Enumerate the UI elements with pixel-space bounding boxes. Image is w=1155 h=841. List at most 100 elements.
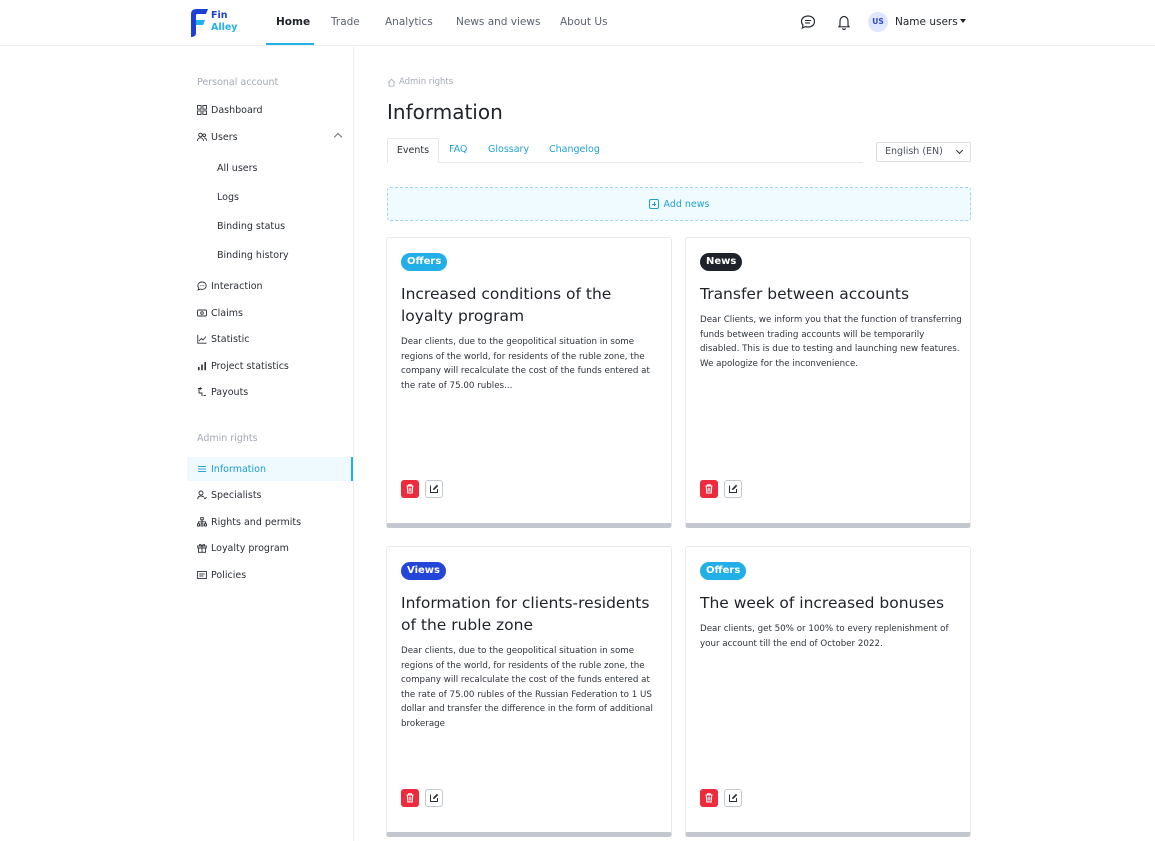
top-navbar: Fin Alley Home Trade Analytics News and … — [0, 0, 1155, 46]
user-menu-caret-icon[interactable] — [960, 19, 966, 23]
language-select-value: English (EN) — [885, 146, 943, 157]
sidebar-item-label: Statistic — [211, 333, 250, 345]
specialist-icon — [197, 490, 207, 500]
sidebar-item-label: Specialists — [211, 489, 262, 501]
card-title: Increased conditions of the loyalty prog… — [401, 285, 612, 325]
grid-icon — [197, 105, 207, 115]
sidebar-item-rights-and-permits[interactable]: Rights and permits — [187, 511, 353, 533]
sidebar-item-label: Loyalty program — [211, 542, 289, 554]
brand-logo[interactable]: Fin Alley — [187, 7, 247, 39]
sidebar-item-binding-history[interactable]: Binding history — [187, 244, 353, 266]
card-badge: Offers — [700, 562, 747, 580]
sidebar-item-users[interactable]: Users — [187, 126, 353, 148]
card-badge: Offers — [401, 253, 448, 271]
sidebar-item-label: Dashboard — [211, 104, 263, 116]
user-name[interactable]: Name users — [895, 16, 958, 28]
logo-mark-icon — [191, 9, 208, 37]
document-icon — [197, 571, 207, 579]
pencil-icon — [729, 484, 738, 493]
tab-faq[interactable]: FAQ — [449, 138, 467, 163]
card-badge: Views — [401, 562, 446, 580]
pencil-icon — [430, 484, 439, 493]
brand-name: Fin Alley — [211, 10, 238, 34]
sidebar-item-binding-status[interactable]: Binding status — [187, 215, 353, 237]
chat-bubble-icon — [197, 281, 207, 291]
hierarchy-icon — [197, 517, 207, 527]
sidebar-item-information[interactable]: Information — [187, 457, 353, 481]
sidebar-item-claims[interactable]: Claims — [187, 302, 353, 324]
nav-news-and-views[interactable]: News and views — [456, 16, 540, 28]
tab-changelog[interactable]: Changelog — [549, 138, 600, 163]
sidebar-item-all-users[interactable]: All users — [187, 157, 353, 179]
delete-button[interactable] — [700, 789, 718, 807]
sidebar-item-payouts[interactable]: Payouts — [187, 381, 353, 403]
line-chart-icon — [197, 334, 207, 344]
delete-button[interactable] — [401, 789, 419, 807]
payout-icon — [198, 387, 206, 397]
sidebar-item-label: Logs — [217, 191, 239, 203]
breadcrumb: Admin rights — [387, 77, 453, 87]
news-card: Offers The week of increased bonuses Dea… — [685, 546, 971, 837]
edit-button[interactable] — [425, 480, 443, 498]
page-title: Information — [387, 100, 503, 124]
sidebar-item-label: Rights and permits — [211, 516, 302, 528]
edit-button[interactable] — [425, 789, 443, 807]
sidebar-item-label: Claims — [211, 307, 243, 319]
trash-icon — [406, 793, 414, 803]
ticket-icon — [197, 309, 207, 317]
card-body: Dear Clients, we inform you that the fun… — [700, 315, 962, 369]
sidebar-section-personal: Personal account — [197, 77, 279, 88]
bar-chart-icon — [198, 362, 206, 371]
sidebar-item-label: Binding history — [217, 249, 289, 261]
bell-icon[interactable] — [835, 13, 853, 31]
sidebar-item-policies[interactable]: Policies — [187, 564, 353, 586]
nav-trade[interactable]: Trade — [331, 16, 360, 28]
sidebar-item-project-statistics[interactable]: Project statistics — [187, 355, 353, 377]
delete-button[interactable] — [401, 480, 419, 498]
trash-icon — [705, 793, 713, 803]
sidebar-item-label: Information — [211, 463, 266, 475]
card-title: The week of increased bonuses — [700, 594, 945, 612]
tab-glossary[interactable]: Glossary — [488, 138, 529, 163]
trash-icon — [705, 484, 713, 494]
tab-events[interactable]: Events — [387, 138, 439, 163]
add-news-label: Add news — [663, 198, 710, 210]
home-icon[interactable] — [387, 78, 396, 87]
nav-home[interactable]: Home — [276, 16, 310, 28]
card-badge: News — [700, 253, 743, 271]
sidebar-item-label: Payouts — [211, 386, 249, 398]
sidebar-item-label: Users — [211, 131, 238, 143]
news-card: Views Information for clients-residents … — [386, 546, 672, 837]
language-select[interactable]: English (EN) — [876, 142, 971, 162]
sidebar-item-interaction[interactable]: Interaction — [187, 275, 353, 297]
pencil-icon — [430, 793, 439, 802]
brand-line2: Alley — [211, 22, 238, 33]
breadcrumb-item[interactable]: Admin rights — [399, 77, 453, 87]
news-card: Offers Increased conditions of the loyal… — [386, 237, 672, 528]
sidebar-item-specialists[interactable]: Specialists — [187, 484, 353, 506]
sidebar-item-logs[interactable]: Logs — [187, 186, 353, 208]
sidebar-item-label: Interaction — [211, 280, 263, 292]
chat-icon[interactable] — [799, 13, 817, 31]
gift-icon — [197, 543, 207, 553]
card-body: Dear clients, get 50% or 100% to every r… — [700, 624, 949, 649]
nav-analytics[interactable]: Analytics — [385, 16, 433, 28]
sidebar-item-label: Policies — [211, 569, 247, 581]
card-title: Information for clients-residents of the… — [401, 594, 650, 634]
list-icon — [198, 466, 206, 472]
sidebar-item-loyalty-program[interactable]: Loyalty program — [187, 537, 353, 559]
nav-active-indicator — [266, 43, 314, 45]
edit-button[interactable] — [724, 789, 742, 807]
sidebar-section-admin: Admin rights — [197, 433, 258, 444]
sidebar-item-label: Binding status — [217, 220, 286, 232]
sidebar-item-dashboard[interactable]: Dashboard — [187, 99, 353, 121]
user-avatar[interactable]: US — [868, 12, 888, 32]
chevron-up-icon[interactable] — [333, 132, 343, 142]
nav-about-us[interactable]: About Us — [560, 16, 608, 28]
sidebar-item-statistic[interactable]: Statistic — [187, 328, 353, 350]
edit-button[interactable] — [724, 480, 742, 498]
add-news-button[interactable]: Add news — [387, 187, 971, 221]
card-title: Transfer between accounts — [700, 285, 910, 303]
card-body: Dear clients, due to the geopolitical si… — [401, 646, 653, 729]
delete-button[interactable] — [700, 480, 718, 498]
